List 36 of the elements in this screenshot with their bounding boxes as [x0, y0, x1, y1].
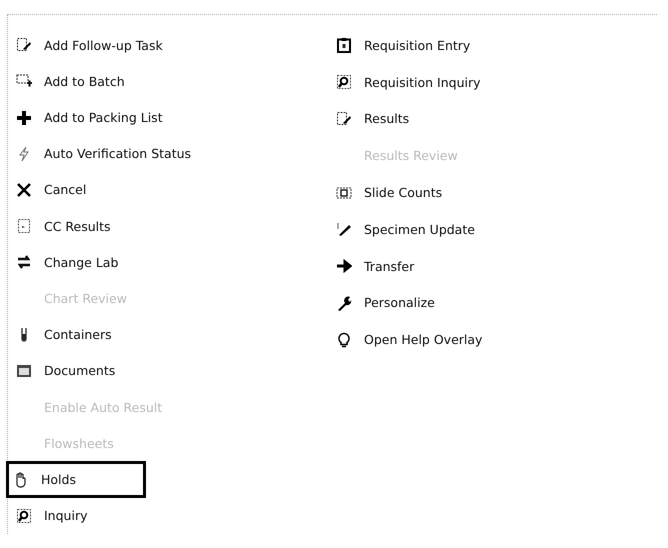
document-pen-icon [16, 37, 32, 54]
search-icon [16, 508, 32, 524]
menu-item[interactable]: Inquiry [10, 498, 94, 534]
search-icon [336, 74, 352, 90]
document-icon [16, 218, 32, 234]
menu-item[interactable]: Specimen Update [330, 210, 481, 248]
menu-item[interactable]: Results [330, 100, 416, 138]
bulb-icon [336, 332, 352, 348]
document-pen-icon [336, 110, 352, 127]
plus-icon [16, 110, 32, 126]
lightning-icon [16, 146, 32, 162]
documents-icon [16, 362, 32, 379]
clipboard-icon [336, 37, 352, 54]
menu-item[interactable]: Add to Batch [10, 63, 131, 100]
menu-item[interactable]: Containers [10, 316, 118, 353]
pen-icon [336, 221, 352, 238]
menu-item[interactable]: Documents [10, 352, 122, 390]
menu-item[interactable]: Requisition Inquiry [330, 64, 487, 101]
menu-item[interactable]: Auto Verification Status [10, 136, 198, 172]
menu-item[interactable]: CC Results [10, 208, 117, 244]
menu-item[interactable]: Open Help Overlay [330, 321, 488, 358]
menu-item[interactable]: Slide Counts [330, 174, 448, 211]
menu-item[interactable]: Add Follow-up Task [10, 27, 169, 64]
menu-item[interactable]: Add to Packing List [10, 99, 169, 136]
close-icon [16, 182, 32, 198]
grid-plus-icon [16, 73, 32, 90]
menu-item[interactable]: Change Lab [10, 244, 124, 280]
arrow-icon [336, 258, 352, 274]
menu-item[interactable]: Holds [6, 461, 146, 498]
wrench-icon [336, 294, 352, 311]
slide-icon [336, 184, 352, 201]
menu-item[interactable]: Requisition Entry [330, 27, 476, 64]
menu-item[interactable]: Personalize [330, 284, 441, 322]
arrows-icon [16, 254, 32, 270]
menu-item[interactable]: Transfer [330, 248, 420, 285]
menu-item[interactable]: Cancel [10, 172, 92, 208]
